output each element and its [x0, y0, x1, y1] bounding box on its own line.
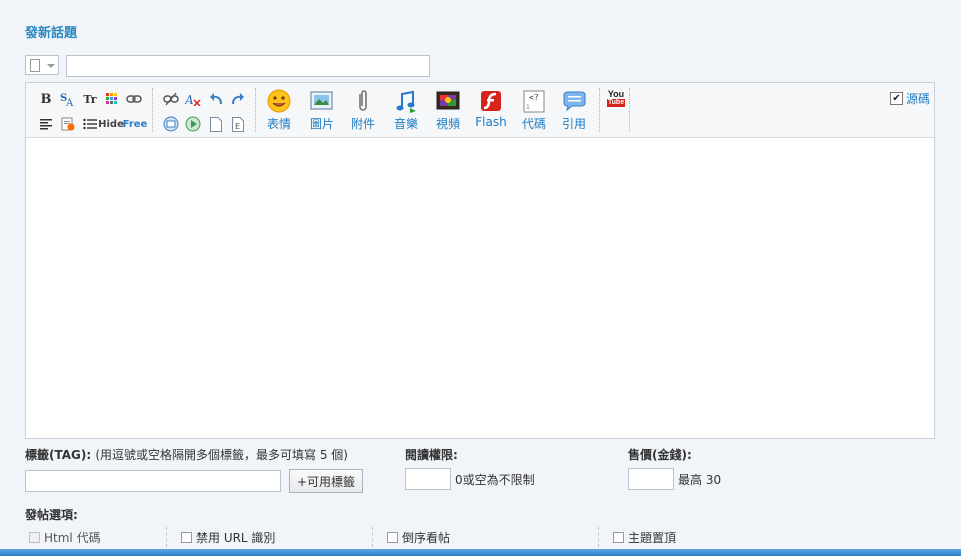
- music-button[interactable]: 音樂: [387, 88, 425, 132]
- svg-text:A: A: [65, 98, 74, 107]
- source-checkbox[interactable]: ✔: [889, 92, 903, 105]
- read-permission-label: 閱讀權限:: [405, 448, 458, 462]
- sticky-topic-option[interactable]: 主題置頂: [613, 529, 676, 546]
- music-icon: [393, 88, 419, 114]
- read-permission-input[interactable]: [405, 468, 451, 490]
- page-title: 發新話題: [25, 26, 78, 41]
- link-icon[interactable]: [126, 91, 142, 107]
- undo-icon[interactable]: [208, 91, 224, 107]
- source-toggle[interactable]: ✔ 源碼: [889, 90, 930, 107]
- code-icon: <? 1: [521, 88, 547, 114]
- flash-button[interactable]: Flash: [472, 88, 510, 129]
- image-button[interactable]: 圖片: [303, 88, 341, 132]
- bottom-bar: [0, 549, 961, 556]
- reverse-order-checkbox[interactable]: [387, 532, 398, 543]
- html-code-checkbox[interactable]: [29, 532, 40, 543]
- text-size-icon[interactable]: Tr: [82, 91, 98, 107]
- options-divider: [598, 527, 599, 547]
- thread-type-select[interactable]: [25, 55, 59, 75]
- reverse-order-option[interactable]: 倒序看帖: [387, 529, 450, 546]
- youtube-button[interactable]: You Tube: [607, 90, 625, 107]
- flash-icon: [478, 88, 504, 114]
- color-icon[interactable]: [104, 91, 120, 107]
- toolbar-separator: [599, 88, 600, 132]
- svg-text:<?: <?: [529, 93, 539, 102]
- list-icon[interactable]: [82, 116, 98, 132]
- code-button[interactable]: <? 1 代碼: [515, 88, 553, 132]
- price-input[interactable]: [628, 468, 674, 490]
- smiley-icon: [266, 88, 292, 114]
- quote-icon: [561, 88, 587, 114]
- toolbar-separator: [255, 88, 256, 132]
- svg-text:A: A: [185, 93, 194, 106]
- svg-text:E: E: [235, 122, 240, 131]
- toolbar-separator: [629, 88, 630, 132]
- price-label: 售價(金錢):: [628, 448, 692, 462]
- video-icon: [435, 88, 461, 114]
- tags-input[interactable]: [25, 470, 281, 492]
- editor-content-area[interactable]: [26, 138, 934, 438]
- image-icon: [309, 88, 335, 114]
- redo-icon[interactable]: [230, 91, 246, 107]
- insert-icon[interactable]: [163, 116, 179, 132]
- toolbar-separator: [152, 88, 153, 132]
- free-icon[interactable]: Free: [123, 116, 148, 132]
- bold-icon[interactable]: B: [38, 91, 54, 107]
- available-tags-button[interactable]: +可用標籤: [289, 469, 363, 493]
- html-code-option[interactable]: Html 代碼: [29, 529, 101, 546]
- editor-toolbar: B SA Tr Hide Free A E 表情 圖片 附件 音樂 視頻 Fla…: [26, 83, 934, 138]
- index-icon[interactable]: E: [230, 116, 246, 132]
- attachment-button[interactable]: 附件: [344, 88, 382, 132]
- post-options-label: 發帖選項:: [25, 508, 78, 522]
- tags-label: 標籤(TAG): (用逗號或空格隔開多個標籤，最多可填寫 5 個): [25, 448, 348, 462]
- options-divider: [372, 527, 373, 547]
- media-icon[interactable]: [185, 116, 201, 132]
- video-button[interactable]: 視頻: [429, 88, 467, 132]
- smiley-button[interactable]: 表情: [260, 88, 298, 132]
- hide-icon[interactable]: Hide: [98, 116, 124, 132]
- paste-icon[interactable]: [60, 116, 76, 132]
- price-hint: 最高 30: [678, 473, 722, 487]
- source-label: 源碼: [905, 92, 930, 106]
- svg-text:1: 1: [526, 104, 530, 111]
- disable-url-checkbox[interactable]: [181, 532, 192, 543]
- rich-text-editor: B SA Tr Hide Free A E 表情 圖片 附件 音樂 視頻 Fla…: [25, 82, 935, 439]
- font-icon[interactable]: SA: [59, 91, 75, 107]
- youtube-icon: You Tube: [607, 89, 625, 107]
- paperclip-icon: [350, 88, 376, 114]
- quote-button[interactable]: 引用: [555, 88, 593, 132]
- align-left-icon[interactable]: [38, 116, 54, 132]
- subject-input[interactable]: [66, 55, 430, 77]
- tags-hint: (用逗號或空格隔開多個標籤，最多可填寫 5 個): [95, 448, 348, 462]
- document-icon: [30, 59, 40, 72]
- chevron-down-icon: [47, 64, 55, 68]
- disable-url-option[interactable]: 禁用 URL 識別: [181, 529, 275, 546]
- unlink-icon[interactable]: [163, 91, 179, 107]
- page-icon[interactable]: [208, 116, 224, 132]
- read-permission-hint: 0或空為不限制: [455, 473, 535, 487]
- options-divider: [166, 527, 167, 547]
- remove-format-icon[interactable]: A: [185, 91, 201, 107]
- sticky-topic-checkbox[interactable]: [613, 532, 624, 543]
